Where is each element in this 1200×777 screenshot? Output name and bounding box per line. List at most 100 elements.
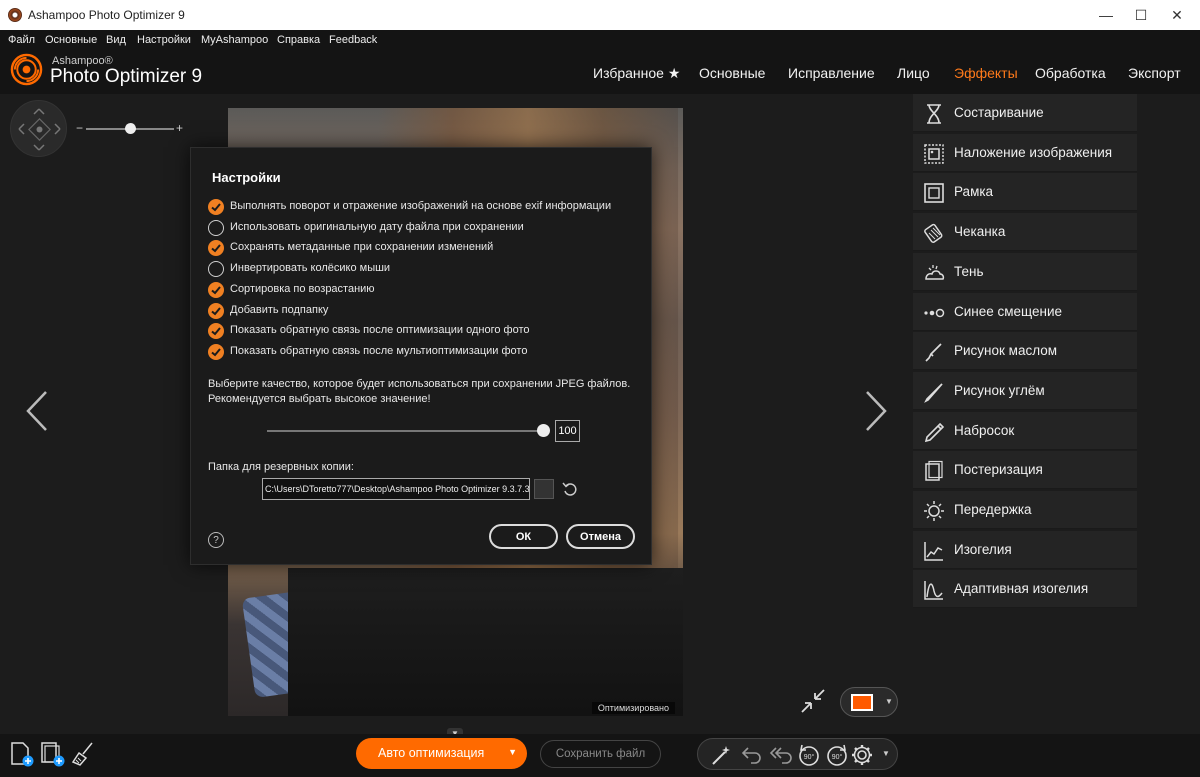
tab-effects[interactable]: Эффекты — [954, 65, 1018, 81]
jpeg-quality-knob[interactable] — [537, 424, 550, 437]
menu-view[interactable]: Вид — [106, 34, 126, 46]
overexposure-icon — [924, 501, 944, 521]
charcoal-icon — [924, 383, 943, 403]
effect-image-overlay[interactable]: Наложение изображения — [913, 133, 1137, 172]
magic-wand-icon[interactable] — [710, 744, 734, 766]
broom-clear-icon[interactable] — [70, 740, 98, 768]
app-header: Ashampoo® Photo Optimizer 9 Избранное ★ … — [0, 52, 1200, 94]
menu-bar: Файл Основные Вид Настройки MyAshampoo С… — [0, 30, 1200, 52]
effect-frame[interactable]: Рамка — [913, 173, 1137, 212]
adaptive-isohelie-icon — [924, 581, 943, 601]
effect-isohelie[interactable]: Изогелия — [913, 530, 1137, 569]
option-keep-metadata[interactable]: Сохранять метаданные при сохранении изме… — [208, 239, 638, 257]
checkmark-icon — [211, 286, 221, 295]
oil-brush-icon — [925, 343, 942, 362]
edit-tools-group: 90° 90° ▼ — [697, 738, 898, 770]
option-sort-ascending[interactable]: Сортировка по возрастанию — [208, 281, 638, 299]
option-checkbox[interactable] — [208, 343, 224, 360]
option-checkbox[interactable] — [208, 261, 224, 278]
effect-emboss[interactable]: Чеканка — [913, 213, 1137, 252]
checkmark-icon — [211, 244, 221, 253]
posterize-icon — [925, 461, 943, 482]
tab-face[interactable]: Лицо — [897, 65, 930, 81]
effect-sketch[interactable]: Набросок — [913, 411, 1137, 450]
undo-all-icon[interactable] — [768, 744, 794, 766]
option-exif-rotation[interactable]: Выполнять поворот и отражение изображени… — [208, 198, 638, 216]
menu-help[interactable]: Справка — [277, 34, 320, 46]
chevron-down-icon[interactable]: ▼ — [882, 749, 890, 758]
option-checkbox[interactable] — [208, 240, 224, 257]
backup-folder-input[interactable]: C:\Users\DToretto777\Desktop\Ashampoo Ph… — [262, 478, 530, 500]
effect-adaptive-isohelie[interactable]: Адаптивная изогелия — [913, 570, 1137, 609]
menu-settings[interactable]: Настройки — [137, 34, 191, 46]
option-checkbox[interactable] — [208, 219, 224, 236]
color-swatch — [851, 694, 873, 711]
ashampoo-logo-icon — [10, 53, 43, 86]
next-image-icon[interactable] — [864, 390, 888, 432]
menu-basic[interactable]: Основные — [45, 34, 97, 46]
zoom-out-button[interactable]: − — [76, 121, 83, 135]
background-color-button[interactable]: ▼ — [840, 687, 898, 717]
brand-name: Photo Optimizer 9 — [50, 66, 203, 87]
compare-icon[interactable] — [800, 688, 826, 714]
effect-posterize[interactable]: Постеризация — [913, 451, 1137, 490]
option-invert-wheel[interactable]: Инвертировать колёсико мыши — [208, 260, 638, 278]
rotate-right-icon[interactable]: 90° — [824, 743, 850, 767]
cancel-button[interactable]: Отмена — [566, 524, 635, 549]
option-feedback-single[interactable]: Показать обратную связь после оптимизаци… — [208, 322, 638, 340]
browse-folder-button[interactable] — [534, 479, 554, 499]
help-icon[interactable]: ? — [208, 532, 224, 548]
chevron-down-icon[interactable]: ▼ — [508, 747, 517, 757]
option-add-subfolder[interactable]: Добавить подпапку — [208, 302, 638, 320]
zoom-slider-knob[interactable] — [124, 123, 136, 134]
option-feedback-multi[interactable]: Показать обратную связь после мультиопти… — [208, 343, 638, 361]
option-checkbox[interactable] — [208, 323, 224, 340]
jpeg-quality-value[interactable]: 100 — [555, 420, 580, 442]
checkmark-icon — [211, 327, 221, 336]
chevron-down-icon: ▼ — [885, 697, 893, 706]
frame-icon — [924, 183, 944, 204]
bottom-toolbar: Авто оптимизация ▼ Сохранить файл 90° 90… — [0, 734, 1200, 777]
tab-processing[interactable]: Обработка — [1035, 65, 1106, 81]
effect-shadow[interactable]: Тень — [913, 252, 1137, 291]
effect-blue-shift[interactable]: Синее смещение — [913, 292, 1137, 331]
settings-dialog: Настройки Выполнять поворот и отражение … — [190, 147, 652, 565]
effect-aging[interactable]: Состаривание — [913, 94, 1137, 132]
reset-path-icon[interactable] — [562, 481, 578, 497]
effects-panel: Состаривание Наложение изображения Рамка… — [911, 94, 1200, 734]
option-checkbox[interactable] — [208, 199, 224, 215]
tab-export[interactable]: Экспорт — [1128, 65, 1181, 81]
previous-image-icon[interactable] — [25, 390, 49, 432]
ok-button[interactable]: ОК — [489, 524, 558, 549]
pencil-sketch-icon — [924, 422, 945, 442]
navigation-pad[interactable] — [10, 100, 67, 157]
tab-correction[interactable]: Исправление — [788, 65, 875, 81]
dialog-title: Настройки — [212, 170, 281, 185]
gear-icon[interactable] — [850, 743, 874, 767]
svg-text:90°: 90° — [804, 753, 815, 761]
option-checkbox[interactable] — [208, 302, 224, 319]
effect-charcoal[interactable]: Рисунок углём — [913, 371, 1137, 410]
option-original-date[interactable]: Использовать оригинальную дату файла при… — [208, 219, 638, 237]
menu-feedback[interactable]: Feedback — [329, 34, 377, 46]
add-image-icon[interactable] — [8, 740, 36, 768]
tab-favorites[interactable]: Избранное ★ — [593, 65, 680, 82]
tab-basic[interactable]: Основные — [699, 65, 765, 81]
menu-file[interactable]: Файл — [8, 34, 35, 46]
effect-overexposure[interactable]: Передержка — [913, 491, 1137, 529]
isohelie-icon — [924, 541, 943, 561]
zoom-in-button[interactable]: + — [176, 121, 183, 135]
title-bar: Ashampoo Photo Optimizer 9 — ☐ ✕ — [0, 0, 1200, 30]
save-file-button[interactable]: Сохранить файл — [540, 740, 661, 768]
option-checkbox[interactable] — [208, 281, 224, 298]
checkmark-icon — [211, 203, 221, 212]
add-folder-icon[interactable] — [39, 740, 67, 768]
effect-oil-painting[interactable]: Рисунок маслом — [913, 332, 1137, 371]
undo-icon[interactable] — [740, 744, 764, 766]
close-button[interactable]: ✕ — [1154, 0, 1200, 30]
jpeg-quality-slider[interactable] — [267, 430, 545, 432]
rotate-left-icon[interactable]: 90° — [796, 743, 822, 767]
auto-optimize-button[interactable]: Авто оптимизация ▼ — [356, 738, 527, 769]
svg-text:90°: 90° — [832, 753, 843, 761]
menu-myashampoo[interactable]: MyAshampoo — [201, 34, 268, 46]
